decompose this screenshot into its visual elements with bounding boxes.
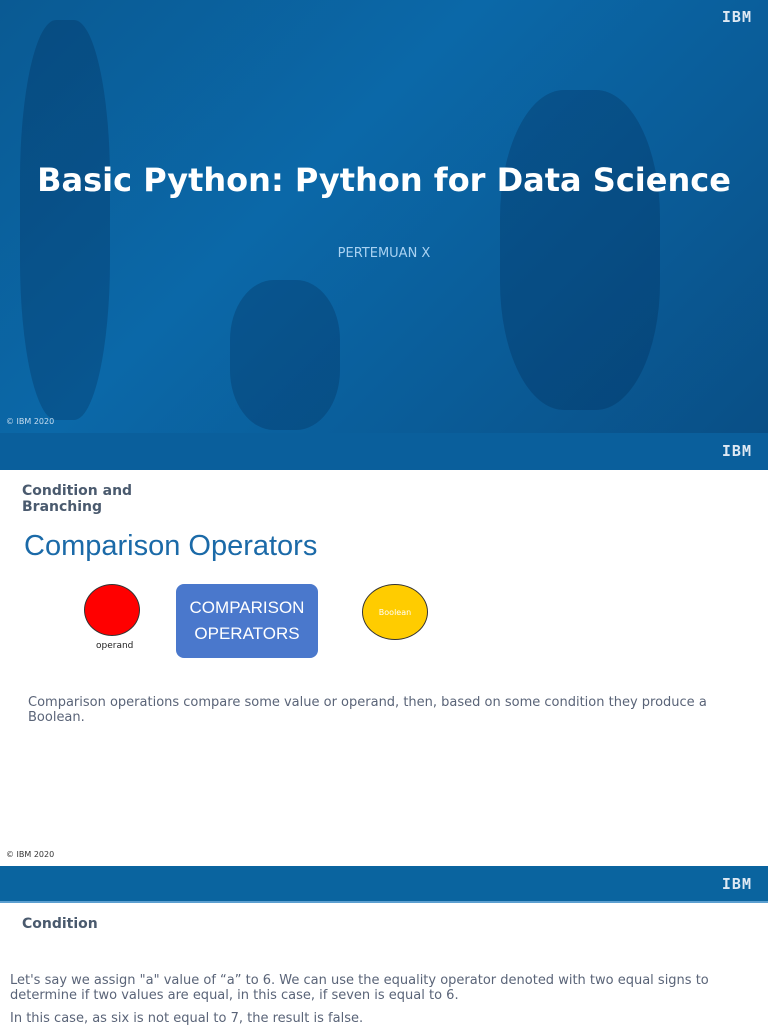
copyright: © IBM 2020 [6, 850, 55, 859]
background-photo-desk [230, 280, 340, 430]
body-text: Comparison operations compare some value… [28, 695, 707, 725]
copyright: © IBM 2020 [6, 417, 55, 426]
section-heading: Condition and Branching [22, 483, 133, 515]
comparison-operators-box: COMPARISON OPERATORS [176, 584, 318, 658]
slide-header-band: IBM [0, 433, 768, 470]
ibm-logo: IBM [721, 875, 752, 893]
slide-title: Comparison Operators [24, 530, 318, 562]
ibm-logo: IBM [721, 8, 752, 26]
operand-circle [84, 584, 140, 636]
section-heading: Condition [22, 916, 98, 932]
slide-header-band: IBM [0, 866, 768, 903]
boolean-circle: Boolean [362, 584, 428, 640]
body-text: Let's say we assign "a" value of “a” to … [10, 973, 709, 1003]
ibm-logo: IBM [721, 442, 752, 460]
title-slide: IBM Basic Python: Python for Data Scienc… [0, 0, 768, 433]
background-photo-person [20, 20, 110, 420]
slide-title: Basic Python: Python for Data Science [37, 161, 731, 199]
slide-subtitle: PERTEMUAN X [337, 246, 431, 261]
operand-label: operand [96, 641, 134, 651]
